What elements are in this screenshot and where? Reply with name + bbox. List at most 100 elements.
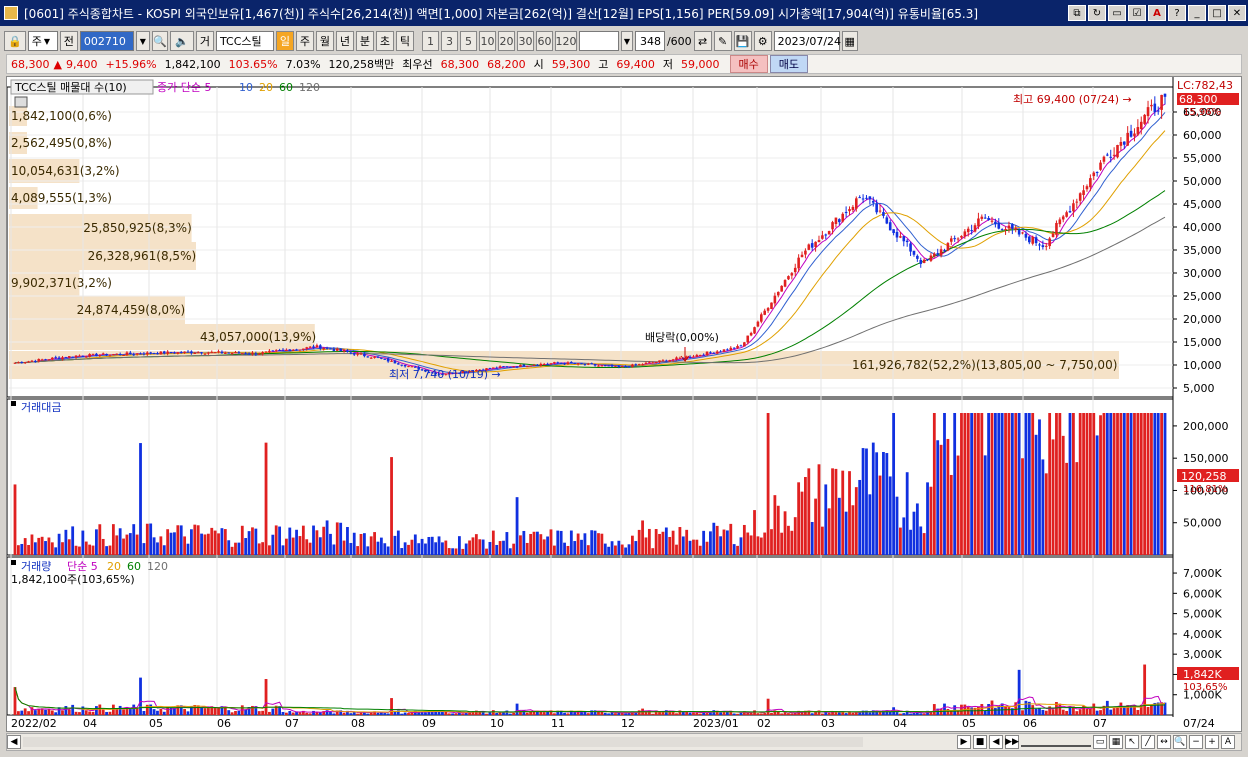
minimize-button[interactable]: _: [1188, 5, 1206, 21]
amount-bar: [342, 540, 346, 555]
amount-bar: [909, 529, 912, 555]
interval-5[interactable]: 5: [459, 31, 477, 51]
link-window-button[interactable]: ⧉: [1068, 5, 1086, 21]
lock-icon[interactable]: 🔒: [4, 31, 26, 51]
volume-bar: [264, 679, 268, 715]
amount-bar: [807, 468, 811, 555]
plus-icon[interactable]: +: [1205, 735, 1219, 749]
interval-1[interactable]: 1: [421, 31, 439, 51]
font-button[interactable]: A: [1148, 5, 1166, 21]
code-dropdown-icon[interactable]: ▼: [135, 31, 150, 51]
period-tick[interactable]: 틱: [395, 31, 414, 51]
volume-bar: [1119, 702, 1123, 715]
layout-icon[interactable]: ▭: [1093, 735, 1107, 749]
period-day[interactable]: 일: [275, 31, 294, 51]
volume-bar: [610, 712, 614, 715]
zoom-icon[interactable]: ⇄: [693, 31, 712, 51]
font-size-icon[interactable]: A: [1221, 735, 1235, 749]
custom-interval-input[interactable]: [578, 31, 619, 51]
period-week[interactable]: 주: [295, 31, 314, 51]
interval-20[interactable]: 20: [497, 31, 515, 51]
step-back-icon[interactable]: ◀: [989, 735, 1003, 749]
amount-bar: [875, 452, 879, 555]
period-year[interactable]: 년: [335, 31, 354, 51]
volume-bar: [78, 712, 81, 715]
amount-bar: [970, 413, 974, 555]
candle-body: [190, 351, 193, 354]
interval-10[interactable]: 10: [478, 31, 496, 51]
volume-bar: [291, 712, 295, 715]
interval-60[interactable]: 60: [535, 31, 553, 51]
check-button[interactable]: ☑: [1128, 5, 1146, 21]
amount-bar: [536, 531, 539, 555]
cursor-icon[interactable]: ↖: [1125, 735, 1139, 749]
interval-120[interactable]: 120: [554, 31, 577, 51]
candle-body: [397, 363, 400, 365]
stop-icon[interactable]: ■: [973, 735, 987, 749]
candle-body: [909, 243, 912, 252]
amount-bar: [308, 542, 312, 555]
candle-body: [132, 354, 136, 356]
panel-frame: [7, 556, 1174, 716]
candle-body: [67, 356, 71, 358]
play-icon[interactable]: ▶: [957, 735, 971, 749]
minus-icon[interactable]: −: [1189, 735, 1203, 749]
step-forward-icon[interactable]: ▶▶: [1005, 735, 1019, 749]
tool-icon[interactable]: ✎: [713, 31, 732, 51]
chart-canvas[interactable]: 5,000 10,000 15,000 20,000 25,000 30,000 35,00…: [7, 77, 1243, 733]
chart-area[interactable]: 5,000 10,000 15,000 20,000 25,000 30,000 35,00…: [6, 76, 1242, 732]
interval-30[interactable]: 30: [516, 31, 534, 51]
candle-body: [312, 346, 315, 348]
settings-icon[interactable]: ⚙: [753, 31, 772, 51]
buy-button[interactable]: 매수: [729, 55, 768, 73]
volume-bar: [851, 712, 855, 715]
scroll-left-icon[interactable]: ◀: [7, 735, 21, 749]
mode-select[interactable]: 주 ▼: [27, 31, 58, 51]
amount-bar: [926, 482, 929, 555]
count-input[interactable]: 348: [634, 31, 665, 51]
magnify-icon[interactable]: 🔍: [1173, 735, 1187, 749]
volume-bar: [383, 713, 387, 715]
sound-icon[interactable]: 🔈: [169, 31, 194, 51]
calendar-icon[interactable]: ▦: [841, 31, 858, 51]
scrollbar-track[interactable]: [23, 737, 863, 747]
volume-bar: [827, 712, 831, 715]
date-input[interactable]: 2023/07/24: [773, 31, 841, 51]
grid-icon[interactable]: ▦: [1109, 735, 1123, 749]
sell-button[interactable]: 매도: [769, 55, 809, 73]
amount-bar: [573, 541, 577, 555]
interval-3[interactable]: 3: [440, 31, 458, 51]
amount-bar: [441, 542, 444, 555]
close-button[interactable]: ✕: [1228, 5, 1246, 21]
volume-bar: [298, 712, 302, 715]
line-icon[interactable]: ╱: [1141, 735, 1155, 749]
dividend-annotation: 배당락(0,00%): [645, 331, 719, 344]
measure-icon[interactable]: ↔: [1157, 735, 1171, 749]
candle-body: [393, 360, 397, 364]
refresh-button[interactable]: ↻: [1088, 5, 1106, 21]
period-second[interactable]: 초: [375, 31, 394, 51]
price-tick-label: 25,000: [1183, 290, 1222, 303]
candle-body: [899, 236, 902, 238]
amount-bar: [23, 538, 27, 555]
amount-bar: [318, 537, 322, 555]
candle-body: [892, 229, 895, 234]
amount-bar: [993, 413, 997, 555]
layout-button[interactable]: ▭: [1108, 5, 1126, 21]
type-button[interactable]: 거: [195, 31, 214, 51]
help-button[interactable]: ?: [1168, 5, 1186, 21]
search-icon[interactable]: 🔍: [151, 31, 168, 51]
prev-button[interactable]: 전: [59, 31, 78, 51]
save-icon[interactable]: 💾: [733, 31, 752, 51]
candle-body: [268, 350, 271, 353]
period-month[interactable]: 월: [315, 31, 334, 51]
ma-legend-period: 120: [299, 81, 320, 94]
zoom-slider[interactable]: [1021, 737, 1091, 747]
period-minute[interactable]: 분: [355, 31, 374, 51]
maximize-button[interactable]: □: [1208, 5, 1226, 21]
amount-bar: [912, 511, 916, 555]
stock-code-input[interactable]: 002710: [79, 31, 134, 51]
volume-bar: [780, 713, 784, 715]
interval-dropdown-icon[interactable]: ▼: [620, 31, 633, 51]
amount-bar: [522, 530, 526, 555]
